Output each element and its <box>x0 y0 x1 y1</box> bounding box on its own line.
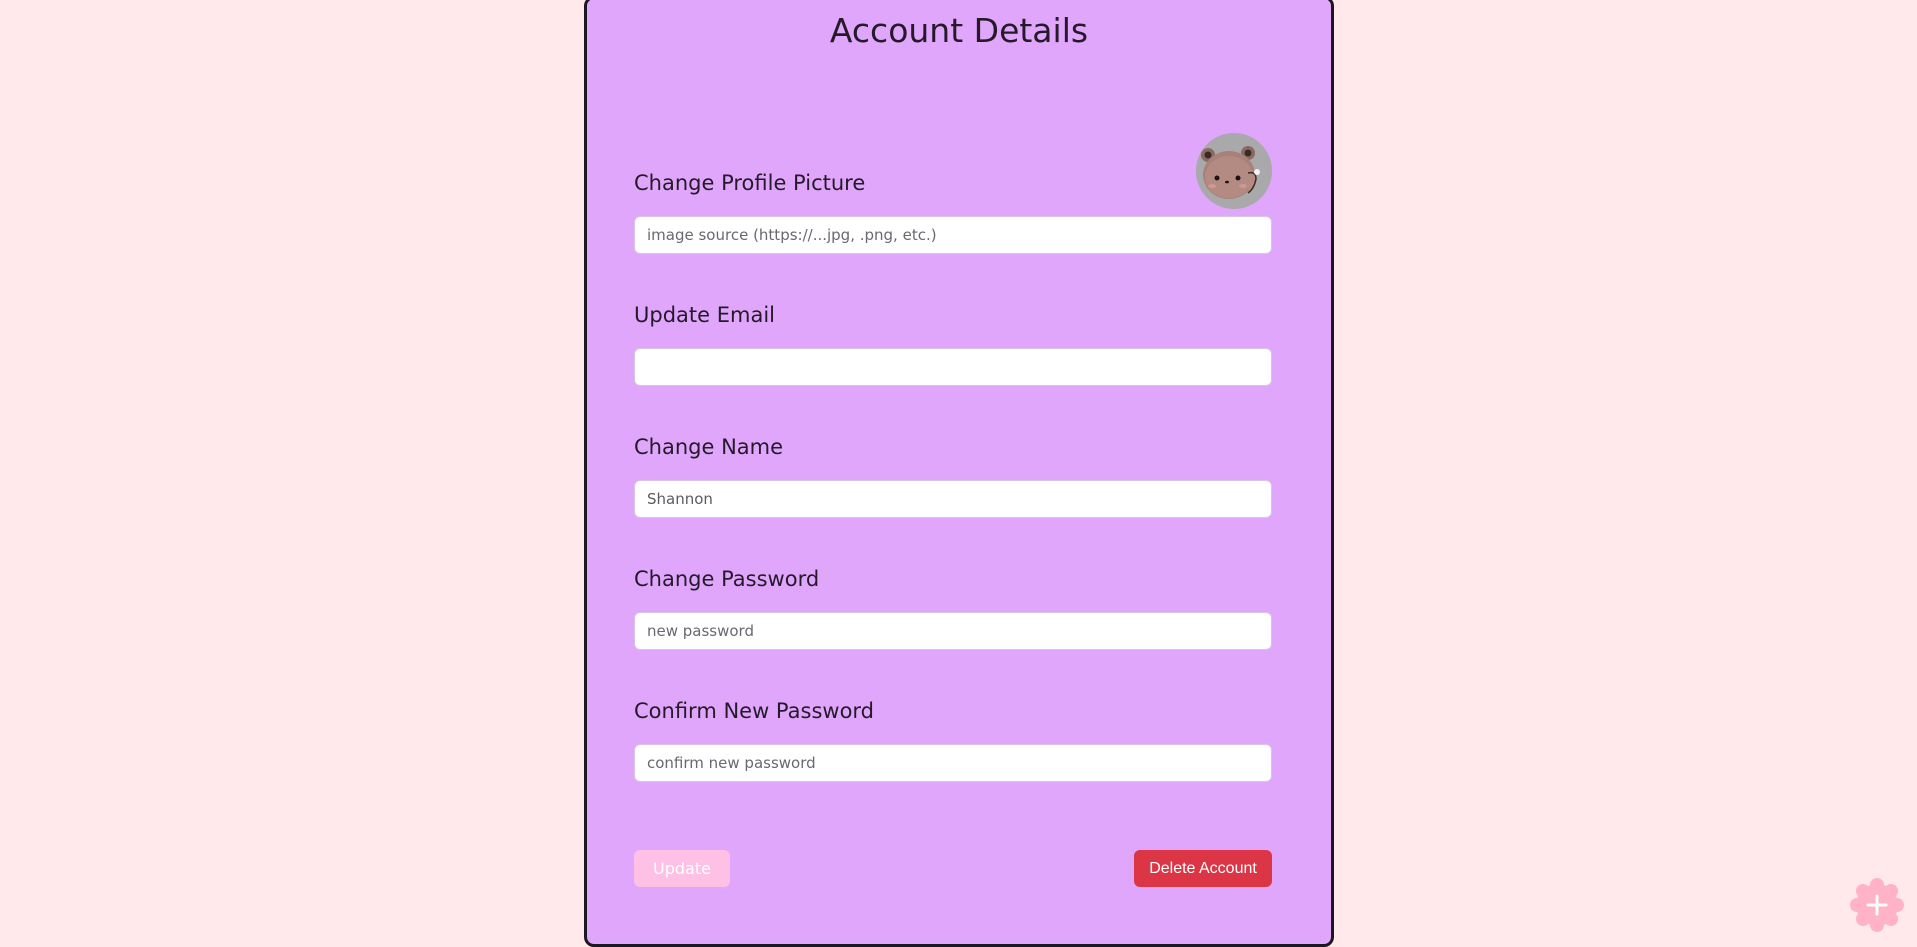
bear-avatar-icon <box>1196 133 1272 209</box>
name-input[interactable] <box>634 480 1272 518</box>
add-button[interactable] <box>1850 878 1904 932</box>
profile-picture-label: Change Profile Picture <box>634 171 866 195</box>
delete-account-button[interactable]: Delete Account <box>1134 850 1272 887</box>
confirm-password-input[interactable] <box>634 744 1272 782</box>
profile-avatar <box>1196 133 1272 209</box>
page-title: Account Details <box>829 11 1089 50</box>
email-label: Update Email <box>634 303 775 327</box>
profile-picture-input[interactable] <box>634 216 1272 254</box>
confirm-password-label: Confirm New Password <box>634 699 875 723</box>
password-input[interactable] <box>634 612 1272 650</box>
plus-icon <box>1850 878 1904 932</box>
account-details-panel: Account Details Change Profile Picture U… <box>584 0 1334 947</box>
update-button[interactable]: Update <box>634 850 730 887</box>
email-field[interactable] <box>634 348 1272 386</box>
name-label: Change Name <box>634 435 784 459</box>
password-label: Change Password <box>634 567 820 591</box>
